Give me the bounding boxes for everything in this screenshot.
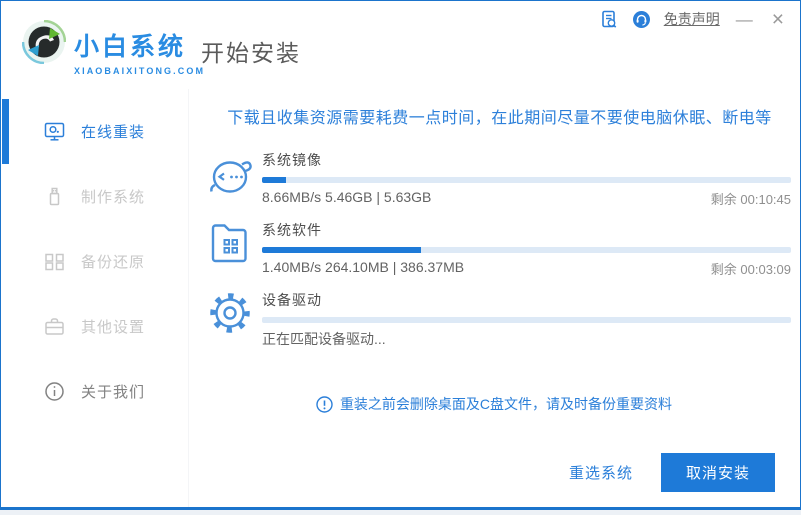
backup-restore-icon — [45, 253, 64, 271]
progress-bar-system-image — [262, 177, 791, 183]
task-detail: 正在匹配设备驱动... — [262, 331, 386, 347]
sidebar-item-make-system[interactable]: 制作系统 — [2, 164, 188, 229]
sidebar: 在线重装 制作系统 备份还原 其他设置 关于我们 — [2, 89, 189, 507]
task-list: 系统镜像 8.66MB/s 5.46GB | 5.63GB 剩余 00:10:4… — [208, 147, 791, 349]
task-row-device-driver: 设备驱动 正在匹配设备驱动... — [208, 287, 791, 349]
gear-icon — [210, 293, 250, 333]
progress-bar-device-driver — [262, 317, 791, 323]
sidebar-item-backup-restore[interactable]: 备份还原 — [2, 229, 188, 294]
task-detail: 8.66MB/s 5.46GB | 5.63GB — [262, 189, 432, 205]
download-notice: 下载且收集资源需要耗费一点时间，在此期间尽量不要使电脑休眠、断电等 — [227, 110, 772, 127]
backup-warning: 重装之前会删除桌面及C盘文件，请及时备份重要资料 — [189, 394, 799, 414]
usb-make-system-icon — [49, 187, 60, 206]
app-window: 小白系统 XIAOBAIXITONG.COM 开始安装 免责声明 — × 在线重… — [0, 0, 801, 510]
xiaobai-logo-icon — [22, 20, 66, 64]
backup-warning-text: 重装之前会删除桌面及C盘文件，请及时备份重要资料 — [339, 396, 673, 412]
mascot-face-icon — [210, 161, 252, 193]
window-body: 在线重装 制作系统 备份还原 其他设置 关于我们 下载且收集资源需要耗费一点时间… — [2, 89, 799, 507]
progress-bar-system-software — [262, 247, 791, 253]
brand-block: 小白系统 XIAOBAIXITONG.COM — [74, 27, 205, 76]
task-detail: 1.40MB/s 264.10MB | 386.37MB — [262, 259, 465, 275]
task-title: 系统软件 — [262, 222, 322, 238]
reselect-system-button[interactable]: 重选系统 — [569, 462, 633, 483]
main-content: 下载且收集资源需要耗费一点时间，在此期间尽量不要使电脑休眠、断电等 系统镜像 8… — [189, 89, 799, 507]
cancel-install-button[interactable]: 取消安装 — [660, 453, 775, 492]
exclamation-circle-icon — [316, 395, 333, 413]
task-row-system-software: 系统软件 1.40MB/s 264.10MB | 386.37MB 剩余 00:… — [208, 217, 791, 278]
sidebar-item-other-settings[interactable]: 其他设置 — [2, 294, 188, 359]
minimize-button[interactable]: — — [733, 10, 756, 29]
task-row-system-image: 系统镜像 8.66MB/s 5.46GB | 5.63GB 剩余 00:10:4… — [208, 147, 791, 208]
license-doc-icon[interactable] — [600, 10, 619, 29]
customer-service-icon[interactable] — [632, 10, 651, 29]
task-remaining: 剩余 00:10:45 — [710, 192, 791, 207]
footer-actions: 重选系统 取消安装 — [569, 453, 775, 492]
sidebar-item-label: 备份还原 — [81, 254, 146, 271]
task-remaining: 剩余 00:03:09 — [710, 262, 791, 277]
close-button[interactable]: × — [769, 9, 787, 30]
sidebar-item-about-us[interactable]: 关于我们 — [2, 359, 188, 424]
other-settings-icon — [45, 318, 64, 335]
about-us-icon — [45, 382, 64, 401]
task-title: 设备驱动 — [262, 292, 322, 308]
titlebar-actions: 免责声明 — × — [600, 9, 787, 30]
folder-grid-icon — [211, 224, 247, 263]
task-title: 系统镜像 — [262, 152, 322, 168]
sidebar-item-label: 关于我们 — [81, 384, 146, 401]
brand-name: 小白系统 — [74, 33, 187, 61]
disclaimer-link[interactable]: 免责声明 — [664, 9, 720, 29]
sidebar-item-label: 在线重装 — [81, 124, 146, 141]
page-title: 开始安装 — [201, 40, 301, 66]
sidebar-item-label: 制作系统 — [81, 189, 146, 206]
progress-fill — [262, 247, 421, 253]
sidebar-item-label: 其他设置 — [81, 319, 146, 336]
title-bar: 小白系统 XIAOBAIXITONG.COM 开始安装 免责声明 — × — [1, 1, 800, 89]
sidebar-item-online-reinstall[interactable]: 在线重装 — [2, 99, 188, 164]
brand-domain: XIAOBAIXITONG.COM — [74, 66, 206, 76]
progress-fill — [262, 177, 286, 183]
online-reinstall-icon — [44, 122, 65, 141]
